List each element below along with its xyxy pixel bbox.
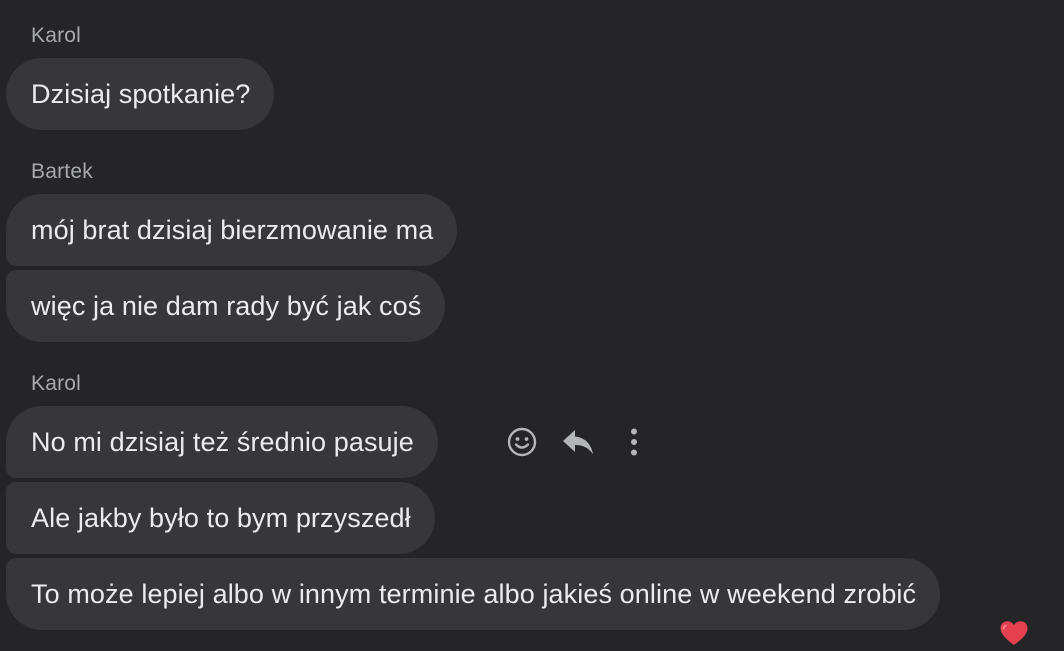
more-options-icon: [629, 427, 639, 457]
heart-icon: [999, 620, 1029, 651]
sender-name: Bartek: [31, 160, 93, 183]
sender-name: Karol: [31, 24, 82, 47]
message-hover-actions: [500, 420, 668, 464]
message-bubble[interactable]: Ale jakby było to bym przyszedł: [6, 482, 435, 554]
message-bubble[interactable]: więc ja nie dam rady być jak coś: [6, 270, 446, 342]
more-options-button[interactable]: [612, 420, 656, 464]
message-bubble[interactable]: Dzisiaj spotkanie?: [6, 58, 275, 130]
message-thread: Karol Dzisiaj spotkanie? Bartek mój brat…: [0, 0, 1064, 650]
react-button[interactable]: [500, 420, 544, 464]
message-bubble[interactable]: To może lepiej albo w innym terminie alb…: [6, 558, 941, 630]
smiley-icon: [506, 426, 538, 458]
reply-icon: [561, 427, 595, 457]
reply-button[interactable]: [556, 420, 600, 464]
sender-name: Karol: [31, 372, 82, 395]
message-reaction[interactable]: [996, 620, 1032, 650]
message-bubble[interactable]: mój brat dzisiaj bierzmowanie ma: [6, 194, 458, 266]
message-bubble[interactable]: No mi dzisiaj też średnio pasuje: [6, 406, 438, 478]
